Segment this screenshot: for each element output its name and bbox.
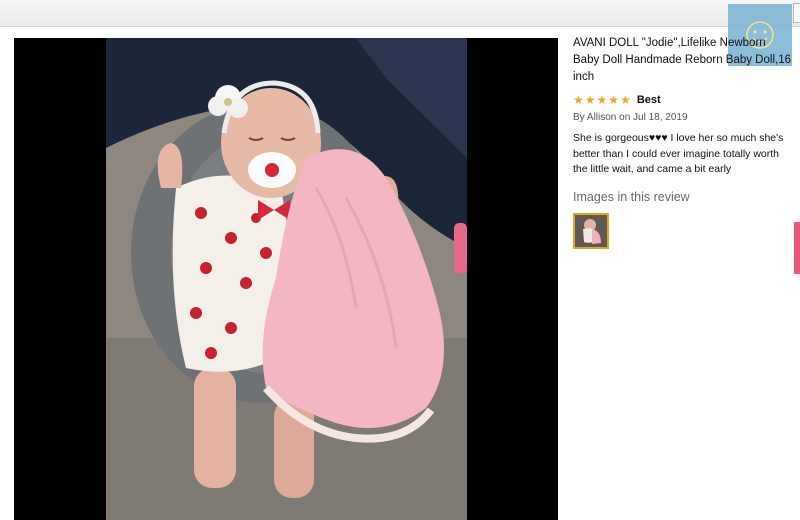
thumbnail-image xyxy=(575,214,607,247)
rating-row: ★ ★ ★ ★ ★ Best xyxy=(573,94,795,106)
star-icon: ★ xyxy=(620,93,631,107)
product-title[interactable]: AVANI DOLL "Jodie",Lifelike Newborn Baby… xyxy=(573,35,795,86)
star-icon: ★ xyxy=(584,93,596,107)
images-heading: Images in this review xyxy=(573,189,690,204)
review-panel: AVANI DOLL "Jodie",Lifelike Newborn Baby… xyxy=(573,35,795,249)
star-icon: ★ xyxy=(573,93,584,107)
review-byline: By Allison on Jul 18, 2019 xyxy=(573,112,688,123)
doll-photo-illustration xyxy=(106,38,467,520)
image-viewer[interactable] xyxy=(14,38,558,520)
corner-button[interactable] xyxy=(793,3,800,23)
star-icon: ★ xyxy=(608,93,620,107)
review-body: She is gorgeous♥♥♥ I love her so much sh… xyxy=(573,132,784,175)
browser-top-strip xyxy=(0,0,800,27)
review-image-thumbnail[interactable] xyxy=(573,212,609,249)
edge-decoration xyxy=(794,222,800,274)
star-rating: ★ ★ ★ ★ ★ xyxy=(573,94,631,106)
star-icon: ★ xyxy=(596,93,608,107)
review-headline: Best xyxy=(636,94,661,106)
review-photo[interactable] xyxy=(106,38,467,520)
